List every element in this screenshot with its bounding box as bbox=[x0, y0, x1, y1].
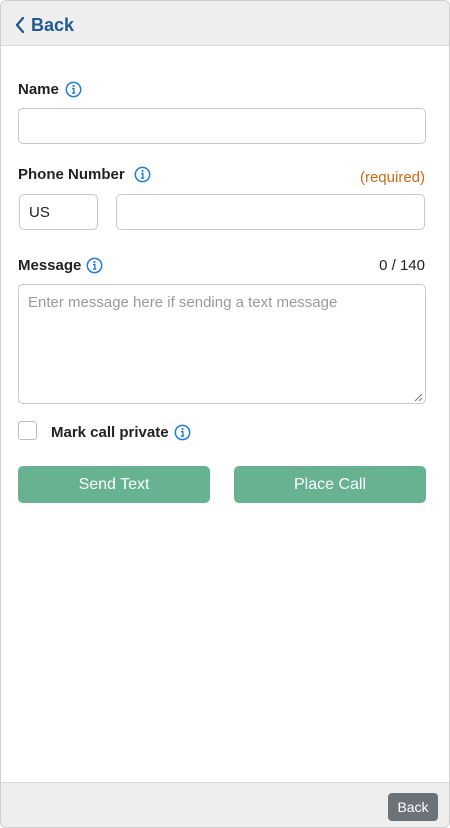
private-checkbox[interactable] bbox=[18, 421, 37, 440]
back-link[interactable]: Back bbox=[15, 14, 74, 36]
resize-grip-icon[interactable] bbox=[413, 392, 423, 402]
name-label-text: Name bbox=[18, 81, 59, 98]
send-text-button[interactable]: Send Text bbox=[18, 466, 210, 503]
call-panel: Back Name Phone Number (required) Messag… bbox=[0, 0, 450, 828]
info-icon[interactable] bbox=[134, 166, 151, 183]
chevron-left-icon bbox=[15, 17, 25, 33]
top-bar: Back bbox=[1, 1, 449, 46]
phone-number-input[interactable] bbox=[116, 194, 425, 230]
message-textarea[interactable] bbox=[18, 284, 426, 404]
private-label: Mark call private bbox=[51, 424, 191, 441]
info-icon[interactable] bbox=[65, 81, 82, 98]
phone-label: Phone Number bbox=[18, 166, 151, 183]
place-call-button[interactable]: Place Call bbox=[234, 466, 426, 503]
info-icon[interactable] bbox=[174, 424, 191, 441]
phone-label-text: Phone Number bbox=[18, 166, 125, 183]
name-label: Name bbox=[18, 81, 82, 98]
country-code-input[interactable] bbox=[19, 194, 98, 230]
back-link-label: Back bbox=[31, 14, 75, 35]
message-label: Message bbox=[18, 257, 103, 274]
info-icon[interactable] bbox=[86, 257, 103, 274]
private-label-text: Mark call private bbox=[51, 424, 169, 441]
name-input[interactable] bbox=[18, 108, 426, 144]
footer-bar: Back bbox=[1, 782, 449, 827]
message-char-counter: 0 / 140 bbox=[379, 257, 425, 274]
required-indicator: (required) bbox=[359, 169, 425, 186]
footer-back-button[interactable]: Back bbox=[388, 793, 438, 821]
message-label-text: Message bbox=[18, 257, 82, 274]
